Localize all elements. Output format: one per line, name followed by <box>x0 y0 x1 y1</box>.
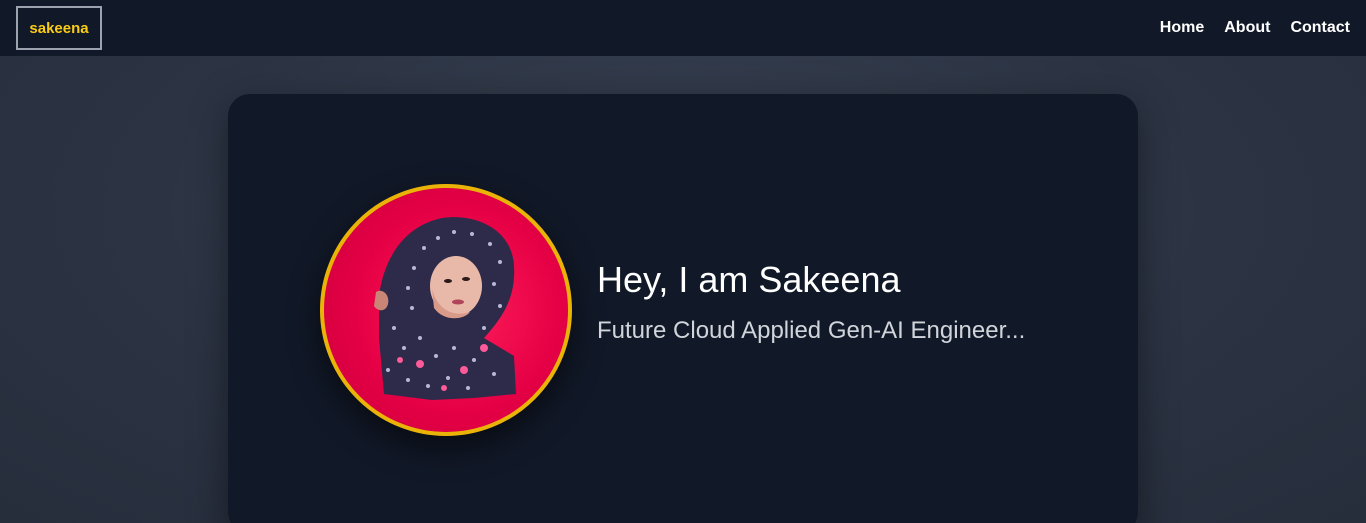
hero-tagline: Future Cloud Applied Gen-AI Engineer... <box>597 317 1026 344</box>
nav-links: Home About Contact <box>1160 19 1350 37</box>
hero-card: Hey, I am Sakeena Future Cloud Applied G… <box>228 94 1138 523</box>
nav-home-link[interactable]: Home <box>1160 19 1204 37</box>
nav-about-link[interactable]: About <box>1224 19 1270 37</box>
hero-greeting: Hey, I am Sakeena <box>597 259 901 300</box>
top-navbar: sakeena Home About Contact <box>0 0 1366 56</box>
profile-photo-illustration <box>374 217 516 400</box>
logo-link[interactable]: sakeena <box>16 6 102 50</box>
profile-avatar <box>320 184 572 436</box>
nav-contact-link[interactable]: Contact <box>1290 19 1350 37</box>
